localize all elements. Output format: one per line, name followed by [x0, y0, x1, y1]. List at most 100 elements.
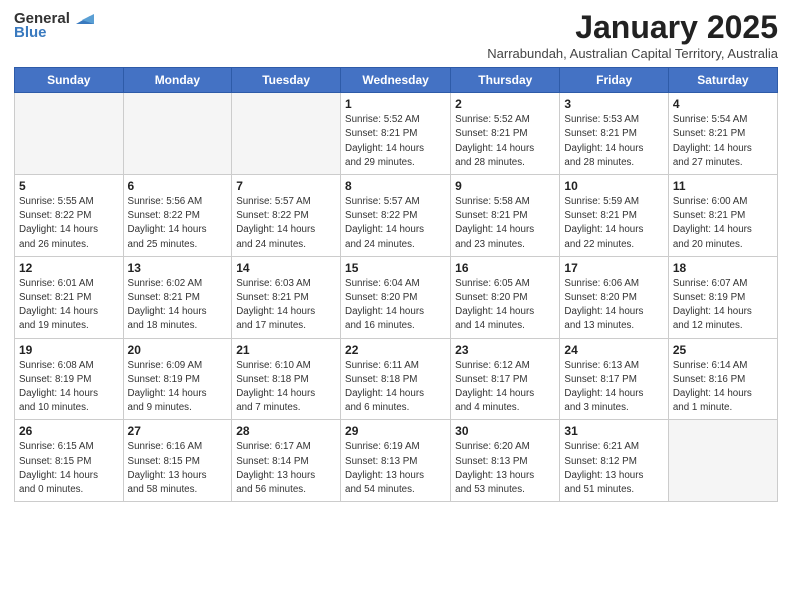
day-number: 20	[128, 343, 228, 357]
day-number: 30	[455, 424, 555, 438]
day-info: Sunrise: 6:10 AM Sunset: 8:18 PM Dayligh…	[236, 359, 336, 416]
calendar-cell: 3Sunrise: 5:53 AM Sunset: 8:21 PM Daylig…	[560, 93, 668, 175]
calendar-cell: 24Sunrise: 6:13 AM Sunset: 8:17 PM Dayli…	[560, 338, 668, 420]
calendar-week-row-3: 19 Sunrise: 6:08 AM Sunset: 8:19 PM Dayli…	[15, 338, 778, 420]
calendar-week-row-1: 5Sunrise: 5:55 AM Sunset: 8:22 PM Daylig…	[15, 175, 778, 257]
calendar-cell: 23 Sunrise: 6:12 AM Sunset: 8:17 PM Dayli…	[451, 338, 560, 420]
calendar-cell: 11 Sunrise: 6:00 AM Sunset: 8:21 PM Dayli…	[668, 175, 777, 257]
day-number: 19	[19, 343, 119, 357]
day-info: Sunrise: 6:02 AM Sunset: 8:21 PM Dayligh…	[128, 277, 228, 334]
day-info: Sunrise: 6:07 AM Sunset: 8:19 PM Dayligh…	[673, 277, 773, 334]
day-info: Sunrise: 6:01 AM Sunset: 8:21 PM Dayligh…	[19, 277, 119, 334]
calendar-cell: 10 Sunrise: 5:59 AM Sunset: 8:21 PM Dayli…	[560, 175, 668, 257]
calendar-week-row-2: 12 Sunrise: 6:01 AM Sunset: 8:21 PM Dayli…	[15, 256, 778, 338]
col-wednesday: Wednesday	[341, 68, 451, 93]
day-info: Sunrise: 6:12 AM Sunset: 8:17 PM Dayligh…	[455, 359, 555, 416]
day-number: 5	[19, 179, 119, 193]
day-number: 2	[455, 97, 555, 111]
header: General Blue January 2025 Narrabundah, A…	[14, 10, 778, 61]
col-saturday: Saturday	[668, 68, 777, 93]
day-number: 10	[564, 179, 663, 193]
calendar-cell: 6 Sunrise: 5:56 AM Sunset: 8:22 PM Daylig…	[123, 175, 232, 257]
day-info: Sunrise: 6:19 AM Sunset: 8:13 PM Dayligh…	[345, 440, 446, 497]
col-friday: Friday	[560, 68, 668, 93]
day-info: Sunrise: 6:04 AM Sunset: 8:20 PM Dayligh…	[345, 277, 446, 334]
day-info: Sunrise: 6:17 AM Sunset: 8:14 PM Dayligh…	[236, 440, 336, 497]
day-info: Sunrise: 6:16 AM Sunset: 8:15 PM Dayligh…	[128, 440, 228, 497]
day-number: 16	[455, 261, 555, 275]
calendar-table: Sunday Monday Tuesday Wednesday Thursday…	[14, 67, 778, 502]
calendar-cell: 19 Sunrise: 6:08 AM Sunset: 8:19 PM Dayli…	[15, 338, 124, 420]
calendar-cell: 9 Sunrise: 5:58 AM Sunset: 8:21 PM Daylig…	[451, 175, 560, 257]
day-number: 14	[236, 261, 336, 275]
calendar-cell: 4 Sunrise: 5:54 AM Sunset: 8:21 PM Daylig…	[668, 93, 777, 175]
day-number: 18	[673, 261, 773, 275]
day-info: Sunrise: 6:21 AM Sunset: 8:12 PM Dayligh…	[564, 440, 663, 497]
day-info: Sunrise: 5:57 AM Sunset: 8:22 PM Dayligh…	[236, 195, 336, 252]
calendar-cell: 8 Sunrise: 5:57 AM Sunset: 8:22 PM Daylig…	[341, 175, 451, 257]
calendar-cell	[232, 93, 341, 175]
day-info: Sunrise: 5:58 AM Sunset: 8:21 PM Dayligh…	[455, 195, 555, 252]
day-info: Sunrise: 6:00 AM Sunset: 8:21 PM Dayligh…	[673, 195, 773, 252]
calendar-cell: 16 Sunrise: 6:05 AM Sunset: 8:20 PM Dayli…	[451, 256, 560, 338]
day-info: Sunrise: 6:15 AM Sunset: 8:15 PM Dayligh…	[19, 440, 119, 497]
day-number: 12	[19, 261, 119, 275]
calendar-cell: 17 Sunrise: 6:06 AM Sunset: 8:20 PM Dayli…	[560, 256, 668, 338]
day-info: Sunrise: 6:06 AM Sunset: 8:20 PM Dayligh…	[564, 277, 663, 334]
day-info: Sunrise: 6:20 AM Sunset: 8:13 PM Dayligh…	[455, 440, 555, 497]
day-info: Sunrise: 5:52 AM Sunset: 8:21 PM Dayligh…	[345, 113, 446, 170]
calendar-cell	[123, 93, 232, 175]
day-info: Sunrise: 5:52 AM Sunset: 8:21 PM Dayligh…	[455, 113, 555, 170]
calendar-cell: 12 Sunrise: 6:01 AM Sunset: 8:21 PM Dayli…	[15, 256, 124, 338]
day-info: Sunrise: 6:09 AM Sunset: 8:19 PM Dayligh…	[128, 359, 228, 416]
day-info: Sunrise: 5:56 AM Sunset: 8:22 PM Dayligh…	[128, 195, 228, 252]
logo-icon	[72, 6, 94, 28]
day-number: 13	[128, 261, 228, 275]
day-info: Sunrise: 6:03 AM Sunset: 8:21 PM Dayligh…	[236, 277, 336, 334]
day-number: 25	[673, 343, 773, 357]
col-monday: Monday	[123, 68, 232, 93]
calendar-cell: 31Sunrise: 6:21 AM Sunset: 8:12 PM Dayli…	[560, 420, 668, 502]
calendar-cell: 14 Sunrise: 6:03 AM Sunset: 8:21 PM Dayli…	[232, 256, 341, 338]
calendar-cell: 30 Sunrise: 6:20 AM Sunset: 8:13 PM Dayli…	[451, 420, 560, 502]
day-number: 6	[128, 179, 228, 193]
calendar-cell: 25 Sunrise: 6:14 AM Sunset: 8:16 PM Dayli…	[668, 338, 777, 420]
calendar-week-row-4: 26Sunrise: 6:15 AM Sunset: 8:15 PM Dayli…	[15, 420, 778, 502]
month-title: January 2025	[487, 10, 778, 45]
calendar-cell: 22Sunrise: 6:11 AM Sunset: 8:18 PM Dayli…	[341, 338, 451, 420]
day-number: 17	[564, 261, 663, 275]
location-subtitle: Narrabundah, Australian Capital Territor…	[487, 46, 778, 61]
calendar-cell	[668, 420, 777, 502]
day-number: 11	[673, 179, 773, 193]
day-number: 27	[128, 424, 228, 438]
day-info: Sunrise: 5:54 AM Sunset: 8:21 PM Dayligh…	[673, 113, 773, 170]
day-info: Sunrise: 6:14 AM Sunset: 8:16 PM Dayligh…	[673, 359, 773, 416]
day-number: 7	[236, 179, 336, 193]
day-number: 8	[345, 179, 446, 193]
col-thursday: Thursday	[451, 68, 560, 93]
day-info: Sunrise: 6:08 AM Sunset: 8:19 PM Dayligh…	[19, 359, 119, 416]
day-info: Sunrise: 6:05 AM Sunset: 8:20 PM Dayligh…	[455, 277, 555, 334]
day-number: 22	[345, 343, 446, 357]
day-number: 23	[455, 343, 555, 357]
day-info: Sunrise: 5:59 AM Sunset: 8:21 PM Dayligh…	[564, 195, 663, 252]
calendar-cell: 7 Sunrise: 5:57 AM Sunset: 8:22 PM Daylig…	[232, 175, 341, 257]
calendar-cell: 26Sunrise: 6:15 AM Sunset: 8:15 PM Dayli…	[15, 420, 124, 502]
calendar-cell: 18 Sunrise: 6:07 AM Sunset: 8:19 PM Dayli…	[668, 256, 777, 338]
day-info: Sunrise: 5:57 AM Sunset: 8:22 PM Dayligh…	[345, 195, 446, 252]
day-info: Sunrise: 5:53 AM Sunset: 8:21 PM Dayligh…	[564, 113, 663, 170]
calendar-cell: 28Sunrise: 6:17 AM Sunset: 8:14 PM Dayli…	[232, 420, 341, 502]
day-number: 9	[455, 179, 555, 193]
day-number: 24	[564, 343, 663, 357]
col-sunday: Sunday	[15, 68, 124, 93]
calendar-cell: 20 Sunrise: 6:09 AM Sunset: 8:19 PM Dayli…	[123, 338, 232, 420]
calendar-cell	[15, 93, 124, 175]
day-number: 21	[236, 343, 336, 357]
day-number: 29	[345, 424, 446, 438]
calendar-week-row-0: 1Sunrise: 5:52 AM Sunset: 8:21 PM Daylig…	[15, 93, 778, 175]
calendar-header-row: Sunday Monday Tuesday Wednesday Thursday…	[15, 68, 778, 93]
day-number: 4	[673, 97, 773, 111]
calendar-cell: 29 Sunrise: 6:19 AM Sunset: 8:13 PM Dayli…	[341, 420, 451, 502]
calendar-cell: 2 Sunrise: 5:52 AM Sunset: 8:21 PM Daylig…	[451, 93, 560, 175]
calendar-cell: 13 Sunrise: 6:02 AM Sunset: 8:21 PM Dayli…	[123, 256, 232, 338]
